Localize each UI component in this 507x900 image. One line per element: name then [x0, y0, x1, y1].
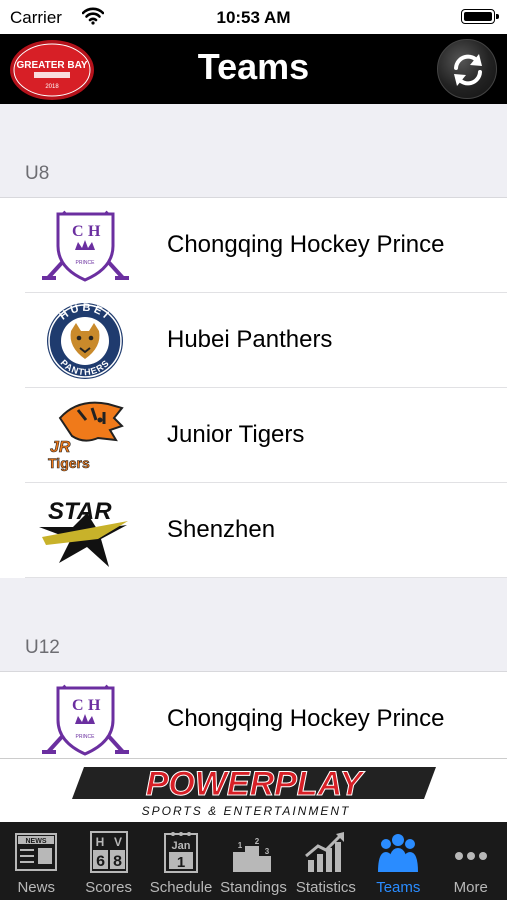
refresh-icon [454, 54, 482, 86]
team-row-junior-tigers[interactable]: JR Tigers Junior Tigers [0, 388, 507, 483]
team-name: Hubei Panthers [167, 326, 333, 353]
tab-news[interactable]: NEWS News [0, 822, 72, 900]
hubei-panthers-logo: HUBEI PANTHERS [47, 302, 123, 379]
calendar-day: 1 [177, 854, 185, 871]
tab-standings[interactable]: 1 2 3 Standings [217, 822, 289, 900]
chongqing-prince-logo: C H PRINCE [42, 210, 129, 282]
section-label: U8 [25, 163, 50, 184]
tab-teams[interactable]: Teams [362, 822, 434, 900]
svg-text:V: V [114, 835, 122, 849]
people-icon [378, 834, 419, 872]
team-name: Shenzhen [167, 516, 276, 543]
shenzhen-star-logo: STAR [39, 498, 128, 567]
svg-text:H: H [95, 835, 104, 849]
refresh-button[interactable] [437, 39, 497, 99]
more-icon [454, 852, 487, 860]
svg-text:8: 8 [112, 853, 122, 871]
svg-text:PRINCE: PRINCE [76, 260, 96, 266]
team-name: Junior Tigers [167, 421, 305, 448]
status-time: 10:53 AM [216, 8, 291, 27]
section-header-u12: U12 [0, 578, 507, 672]
scoreboard-icon: H V 6 8 [89, 831, 128, 873]
powerplay-logo: POWERPLAY SPORTS & ENTERTAINMENT [72, 765, 436, 818]
logo-text-jr: JR [50, 439, 71, 456]
ad-banner[interactable]: POWERPLAY SPORTS & ENTERTAINMENT [0, 758, 507, 822]
tab-label: Standings [220, 879, 287, 896]
newspaper-icon: NEWS [15, 833, 58, 871]
teams-list[interactable]: U8 C H PRINCE Chongqing Hockey Prince HU… [0, 104, 507, 758]
team-row-shenzhen[interactable]: STAR Shenzhen [0, 483, 507, 578]
tab-label: Scores [85, 879, 132, 896]
tab-more[interactable]: More [435, 822, 507, 900]
calendar-month: Jan [172, 840, 191, 852]
section-header-u8: U8 [0, 104, 507, 198]
section-label: U12 [25, 637, 60, 658]
tab-scores[interactable]: H V 6 8 Scores [72, 822, 144, 900]
team-row-chongqing[interactable]: C H PRINCE Chongqing Hockey Prince [0, 672, 507, 758]
junior-tigers-logo: JR Tigers [48, 401, 124, 471]
page-title: Teams [197, 46, 310, 87]
team-row-chongqing[interactable]: C H PRINCE Chongqing Hockey Prince [0, 198, 507, 293]
logo-text-tigers: Tigers [48, 455, 90, 471]
chart-icon [304, 832, 344, 872]
svg-text:1: 1 [238, 841, 243, 850]
svg-text:C: C [72, 223, 84, 240]
tab-schedule[interactable]: Jan 1 Schedule [145, 822, 217, 900]
tab-statistics[interactable]: Statistics [290, 822, 362, 900]
svg-text:C: C [72, 697, 84, 714]
calendar-icon: Jan 1 [164, 832, 199, 873]
tab-label: Statistics [295, 879, 356, 896]
team-name: Chongqing Hockey Prince [167, 231, 445, 258]
svg-text:6: 6 [95, 853, 105, 871]
team-row-hubei[interactable]: HUBEI PANTHERS Hubei Panthers [0, 293, 507, 388]
tab-label: Teams [376, 879, 421, 896]
logo-text: STAR [48, 498, 112, 525]
svg-text:H: H [88, 697, 101, 714]
navigation-bar: GREATER BAY 2018 Teams [0, 34, 507, 104]
svg-text:PRINCE: PRINCE [76, 734, 96, 740]
ad-title: POWERPLAY [146, 765, 366, 803]
svg-text:3: 3 [265, 847, 270, 856]
svg-text:2: 2 [255, 837, 260, 846]
tab-label: News [17, 879, 55, 896]
team-name: Chongqing Hockey Prince [167, 705, 445, 732]
chongqing-prince-logo: C H PRINCE [42, 684, 129, 756]
tab-bar: NEWS News H V 6 8 Scores Jan 1 Schedule … [0, 822, 507, 900]
svg-text:NEWS: NEWS [26, 838, 47, 845]
svg-text:H: H [88, 223, 101, 240]
tab-label: More [453, 879, 488, 896]
podium-icon: 1 2 3 [233, 837, 272, 872]
ad-subtitle: SPORTS & ENTERTAINMENT [142, 804, 351, 818]
tab-label: Schedule [149, 879, 213, 896]
battery-icon [461, 9, 499, 24]
status-bar: Carrier 10:53 AM [0, 0, 507, 34]
